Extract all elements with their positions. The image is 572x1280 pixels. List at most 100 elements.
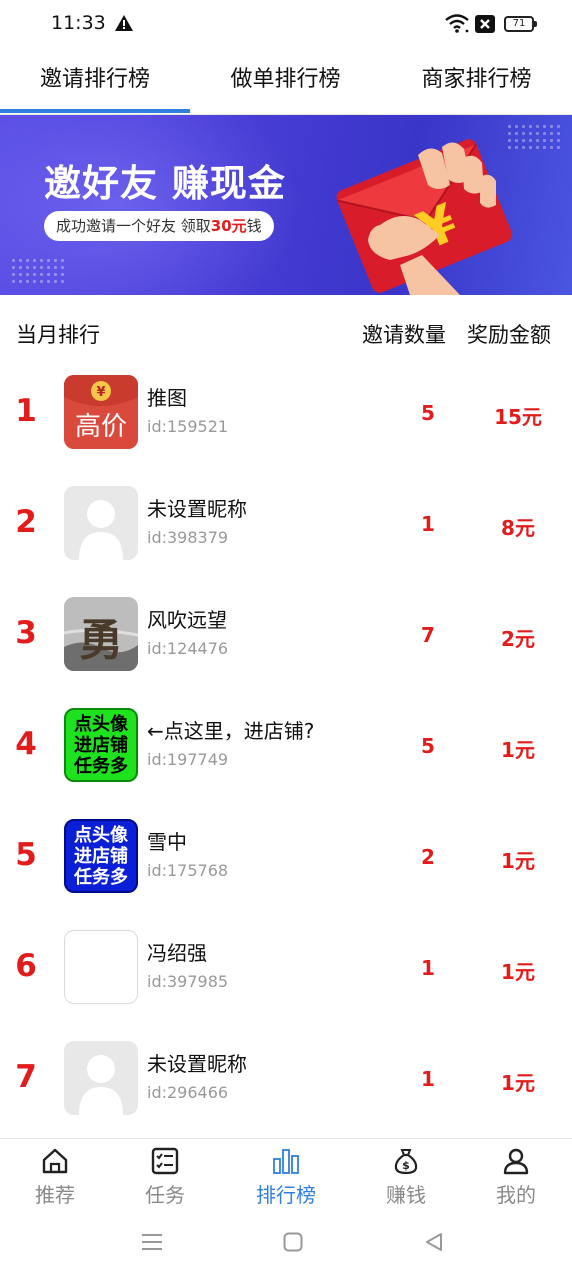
avatar[interactable] (64, 486, 138, 560)
reward-amount: 8元 (501, 516, 535, 540)
rank-number: 3 (15, 615, 37, 651)
rank-number: 2 (15, 504, 37, 540)
svg-text:$: $ (402, 1159, 410, 1172)
nav-label: 推荐 (35, 1183, 75, 1207)
nav-label: 赚钱 (386, 1183, 426, 1207)
avatar-text-line: 进店铺 (74, 735, 128, 756)
avatar-text-line: 任务多 (74, 756, 128, 777)
warning-icon (115, 15, 133, 35)
default-user-icon (79, 1055, 123, 1115)
avatar[interactable]: ¥ 高价 (64, 375, 138, 449)
banner-subtitle-amount: 30元 (210, 217, 247, 235)
user-name: 风吹远望 (147, 608, 227, 632)
default-user-icon (79, 500, 123, 560)
nav-ranking[interactable]: 排行榜 (231, 1139, 341, 1211)
home-icon (42, 1148, 68, 1174)
header-invite-count: 邀请数量 (362, 323, 446, 347)
avatar[interactable]: 勇 (64, 597, 138, 671)
user-id: id:175768 (147, 861, 229, 880)
invite-count: 5 (421, 734, 435, 758)
battery-indicator: 71 (504, 16, 537, 32)
ranking-bars-icon (273, 1149, 299, 1174)
banner-title: 邀好友 赚现金 (44, 162, 286, 205)
svg-text:¥: ¥ (96, 385, 105, 400)
nav-label: 我的 (496, 1183, 536, 1207)
user-name: 未设置昵称 (147, 497, 247, 521)
home-square-icon[interactable] (283, 1232, 303, 1256)
rank-number: 6 (15, 948, 37, 984)
nav-profile[interactable]: 我的 (461, 1139, 571, 1211)
back-triangle-icon[interactable] (424, 1232, 444, 1256)
avatar-text-line: 进店铺 (74, 846, 128, 867)
avatar-text: 勇 (79, 615, 123, 666)
user-icon (503, 1148, 529, 1175)
status-bar: 11:33 71 (0, 0, 572, 52)
avatar-text: 点头像 进店铺 任务多 (66, 825, 136, 888)
menu-icon[interactable] (141, 1232, 163, 1256)
no-sim-icon (475, 15, 495, 37)
avatar[interactable]: 点头像 进店铺 任务多 (64, 819, 138, 893)
ranking-row[interactable]: 5 点头像 进店铺 任务多 雪中 id:175768 2 1元 (0, 801, 572, 912)
user-id: id:124476 (147, 639, 229, 658)
reward-amount: 1元 (501, 738, 535, 762)
invite-count: 1 (421, 512, 435, 536)
ranking-row[interactable]: 3 勇 风吹远望 id:124476 7 2元 (0, 579, 572, 690)
invite-count: 1 (421, 956, 435, 980)
ranking-row[interactable]: 1 ¥ 高价 推图 id:159521 5 15元 (0, 357, 572, 468)
task-list-icon (151, 1147, 179, 1175)
user-name: 推图 (147, 386, 187, 410)
avatar[interactable] (64, 930, 138, 1004)
ranking-row[interactable]: 2 未设置昵称 id:398379 1 8元 (0, 468, 572, 579)
system-navigation-bar (0, 1210, 572, 1280)
reward-amount: 15元 (494, 405, 542, 429)
nav-label: 排行榜 (256, 1183, 316, 1207)
invite-banner[interactable]: 邀好友 赚现金 成功邀请一个好友 领取30元钱 ¥ (0, 115, 572, 295)
nav-tasks[interactable]: 任务 (110, 1139, 220, 1211)
avatar-text: 高价 (75, 412, 127, 442)
banner-dots-decoration (10, 257, 66, 285)
invite-count: 5 (421, 401, 435, 425)
red-envelope-avatar-image: ¥ 高价 (64, 375, 138, 449)
red-envelope-hand-illustration: ¥ (330, 115, 530, 295)
user-name: 雪中 (147, 830, 187, 854)
ranking-tabs: 邀请排行榜 做单排行榜 商家排行榜 (0, 52, 572, 114)
avatar-text-line: 点头像 (74, 714, 128, 735)
nav-recommend[interactable]: 推荐 (0, 1139, 110, 1211)
user-id: id:398379 (147, 528, 229, 547)
photo-avatar-image: 勇 (64, 597, 138, 671)
nav-label: 任务 (145, 1183, 185, 1207)
tab-order-ranking[interactable]: 做单排行榜 (190, 52, 381, 114)
header-monthly-ranking: 当月排行 (16, 323, 100, 347)
user-id: id:397985 (147, 972, 229, 991)
avatar-text-line: 点头像 (74, 825, 128, 846)
rank-number: 5 (15, 837, 37, 873)
banner-subtitle-prefix: 成功邀请一个好友 领取 (56, 217, 211, 235)
user-id: id:296466 (147, 1083, 229, 1102)
avatar[interactable] (64, 1041, 138, 1115)
tab-merchant-ranking[interactable]: 商家排行榜 (381, 52, 572, 114)
user-id: id:197749 (147, 750, 229, 769)
bottom-navigation: 推荐 任务 排行榜 $ 赚钱 我的 (0, 1138, 572, 1211)
rank-number: 1 (15, 393, 37, 429)
banner-subtitle: 成功邀请一个好友 领取30元钱 (44, 211, 274, 241)
ranking-row[interactable]: 6 冯绍强 id:397985 1 1元 (0, 912, 572, 1023)
rank-number: 7 (15, 1059, 37, 1095)
avatar[interactable]: 点头像 进店铺 任务多 (64, 708, 138, 782)
user-name: 未设置昵称 (147, 1052, 247, 1076)
tab-invite-ranking[interactable]: 邀请排行榜 (0, 52, 190, 114)
user-name: 冯绍强 (147, 941, 207, 965)
reward-amount: 1元 (501, 960, 535, 984)
reward-amount: 2元 (501, 627, 535, 651)
user-name: ←点这里，进店铺? (147, 719, 315, 743)
ranking-header: 当月排行 邀请数量 奖励金额 (0, 295, 572, 365)
ranking-row[interactable]: 7 未设置昵称 id:296466 1 1元 (0, 1023, 572, 1134)
money-bag-icon: $ (394, 1149, 418, 1175)
reward-amount: 1元 (501, 849, 535, 873)
status-time: 11:33 (51, 12, 106, 34)
ranking-row[interactable]: 4 点头像 进店铺 任务多 ←点这里，进店铺? id:197749 5 1元 (0, 690, 572, 801)
active-tab-indicator (0, 109, 190, 113)
wifi-icon (444, 13, 470, 37)
reward-amount: 1元 (501, 1071, 535, 1095)
header-reward-amount: 奖励金额 (467, 323, 551, 347)
nav-earn-money[interactable]: $ 赚钱 (351, 1139, 461, 1211)
